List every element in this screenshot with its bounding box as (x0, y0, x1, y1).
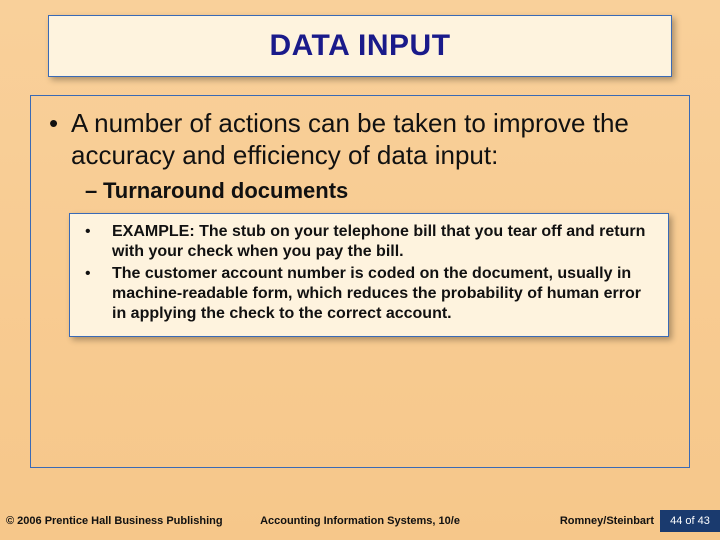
bullet-dot-icon: • (49, 108, 71, 171)
bullet-level2-text: Turnaround documents (103, 177, 348, 205)
body-box: • A number of actions can be taken to im… (30, 95, 690, 468)
bullet-level3-text: The customer account number is coded on … (112, 264, 656, 324)
page-number: 44 of 43 (660, 510, 720, 532)
footer-authors: Romney/Steinbart (560, 515, 654, 527)
footer: © 2006 Prentice Hall Business Publishing… (0, 510, 720, 532)
footer-booktitle: Accounting Information Systems, 10/e (260, 515, 460, 527)
bullet-level3-text: EXAMPLE: The stub on your telephone bill… (112, 222, 656, 262)
bullet-level3: • EXAMPLE: The stub on your telephone bi… (82, 222, 656, 262)
bullet-level3: • The customer account number is coded o… (82, 264, 656, 324)
slide: DATA INPUT • A number of actions can be … (0, 0, 720, 540)
slide-title: DATA INPUT (269, 29, 450, 63)
bullet-dot-icon: • (82, 264, 112, 324)
footer-copyright: © 2006 Prentice Hall Business Publishing (6, 515, 223, 527)
dash-icon: – (85, 177, 103, 205)
bullet-level2: – Turnaround documents (85, 177, 671, 205)
bullet-level1: • A number of actions can be taken to im… (49, 108, 671, 171)
title-box: DATA INPUT (48, 15, 672, 77)
bullet-level1-text: A number of actions can be taken to impr… (71, 108, 671, 171)
bullet-dot-icon: • (82, 222, 112, 262)
example-box: • EXAMPLE: The stub on your telephone bi… (69, 213, 669, 337)
